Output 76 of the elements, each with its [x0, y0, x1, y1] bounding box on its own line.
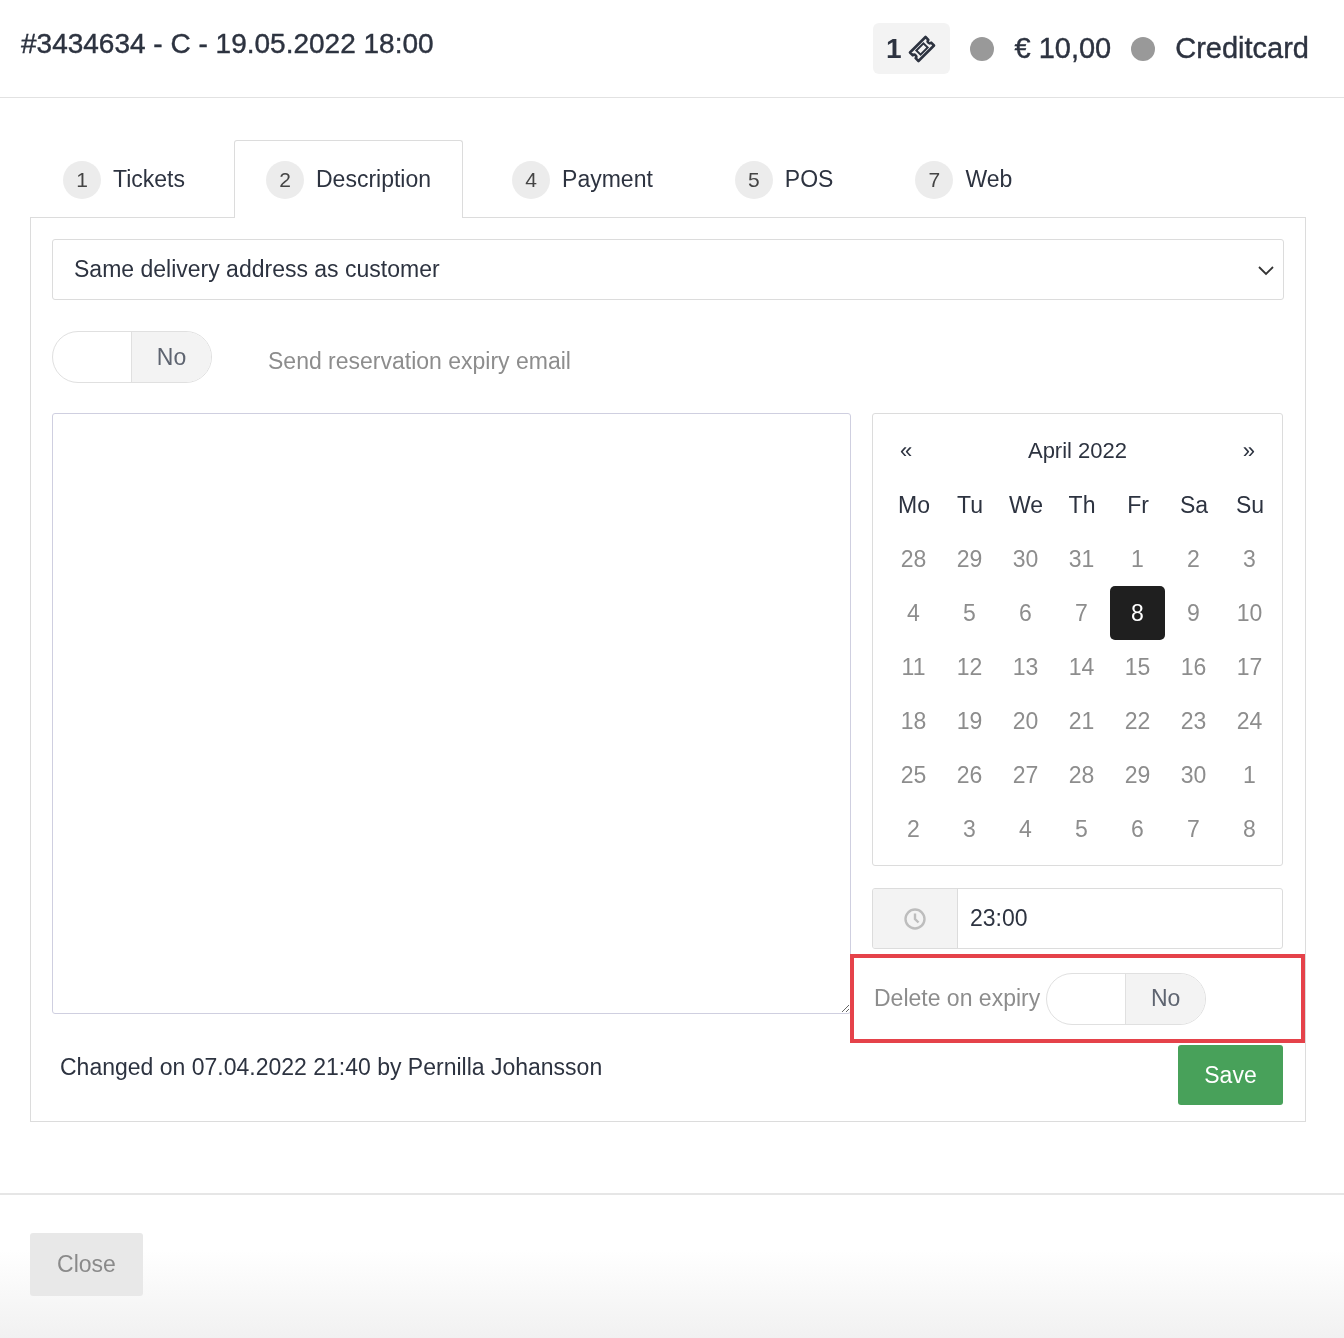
calendar-day[interactable]: 30	[1166, 748, 1221, 802]
calendar-day[interactable]: 4	[998, 802, 1053, 856]
calendar-day[interactable]: 26	[942, 748, 997, 802]
calendar-day[interactable]: 6	[1110, 802, 1165, 856]
toggle-label: Delete on expiry	[874, 985, 1041, 1012]
weekday-label: Sa	[1178, 490, 1210, 520]
calendar-day[interactable]: 16	[1166, 640, 1221, 694]
calendar-day[interactable]: 3	[1222, 532, 1277, 586]
weekday-label: Su	[1234, 490, 1266, 520]
status-dot	[970, 36, 995, 61]
calendar-day[interactable]: 2	[1166, 532, 1221, 586]
calendar-day[interactable]: 28	[886, 532, 941, 586]
calendar-day[interactable]: 23	[1166, 694, 1221, 748]
calendar-day[interactable]: 30	[998, 532, 1053, 586]
payment-method: Creditcard	[1175, 32, 1309, 65]
ticket-count-badge: 1	[872, 23, 951, 74]
calendar-day[interactable]: 10	[1222, 586, 1277, 640]
weekday-label: Mo	[897, 490, 931, 520]
calendar-day[interactable]: 17	[1222, 640, 1277, 694]
calendar-day[interactable]: 31	[1054, 532, 1109, 586]
calendar-day[interactable]: 8	[1222, 802, 1277, 856]
calendar-day[interactable]: 7	[1054, 586, 1109, 640]
close-button[interactable]: Close	[30, 1233, 143, 1296]
calendar-day[interactable]: 20	[998, 694, 1053, 748]
calendar-day[interactable]: 29	[942, 532, 997, 586]
tab[interactable]: 5 POS	[701, 140, 867, 218]
save-button[interactable]: Save	[1178, 1045, 1283, 1105]
chevron-down-icon	[1257, 263, 1275, 276]
weekday-label: Th	[1067, 490, 1097, 520]
tab[interactable]: 2 Description	[234, 140, 464, 218]
calendar-day[interactable]: 14	[1054, 640, 1109, 694]
weekday-label: Fr	[1126, 490, 1150, 520]
calendar-day[interactable]: 8	[1110, 586, 1165, 640]
weekday-label: Tu	[956, 490, 984, 520]
order-title: #3434634 - C - 19.05.2022 18:00	[21, 27, 434, 60]
tab[interactable]: 7 Web	[882, 140, 1046, 218]
toggle-label: Send reservation expiry email	[268, 347, 571, 375]
calendar-day[interactable]: 7	[1166, 802, 1221, 856]
calendar-day[interactable]: 5	[1054, 802, 1109, 856]
calendar-day[interactable]: 29	[1110, 748, 1165, 802]
status-dot	[1131, 36, 1156, 61]
calendar-day[interactable]: 2	[886, 802, 941, 856]
clock-icon	[903, 906, 927, 931]
calendar-day[interactable]: 1	[1222, 748, 1277, 802]
calendar-day[interactable]: 18	[886, 694, 941, 748]
calendar-day[interactable]: 4	[886, 586, 941, 640]
month-title[interactable]: April 2022	[1013, 438, 1142, 464]
calendar-day[interactable]: 21	[1054, 694, 1109, 748]
calendar-day[interactable]: 1	[1110, 532, 1165, 586]
calendar-day[interactable]: 25	[886, 748, 941, 802]
toggle-switch[interactable]: No	[52, 331, 212, 383]
tab[interactable]: 4 Payment	[479, 140, 686, 218]
toggle-switch[interactable]: No	[1046, 972, 1207, 1025]
description-textarea[interactable]	[52, 413, 851, 1014]
ticket-icon	[907, 33, 938, 64]
calendar-day[interactable]: 3	[942, 802, 997, 856]
calendar-day[interactable]: 22	[1110, 694, 1165, 748]
next-month-button[interactable]: »	[1228, 438, 1269, 464]
calendar-day[interactable]: 27	[998, 748, 1053, 802]
calendar-day[interactable]: 5	[942, 586, 997, 640]
calendar-day[interactable]: 9	[1166, 586, 1221, 640]
calendar-day[interactable]: 19	[942, 694, 997, 748]
tab[interactable]: 1 Tickets	[62, 140, 218, 218]
calendar-day[interactable]: 11	[886, 640, 941, 694]
calendar-day[interactable]: 13	[998, 640, 1053, 694]
delivery-address-select[interactable]: Same delivery address as customer	[52, 239, 1284, 300]
order-amount: € 10,00	[1014, 32, 1112, 65]
time-field[interactable]: 23:00	[872, 888, 1283, 949]
weekday-label: We	[1007, 490, 1045, 520]
calendar-day[interactable]: 15	[1110, 640, 1165, 694]
calendar-day[interactable]: 24	[1222, 694, 1277, 748]
calendar-day[interactable]: 6	[998, 586, 1053, 640]
change-note: Changed on 07.04.2022 21:40 by Pernilla Johansson	[60, 1054, 604, 1081]
calendar-day[interactable]: 12	[942, 640, 997, 694]
calendar-day[interactable]: 28	[1054, 748, 1109, 802]
previous-month-button[interactable]: «	[886, 438, 927, 464]
